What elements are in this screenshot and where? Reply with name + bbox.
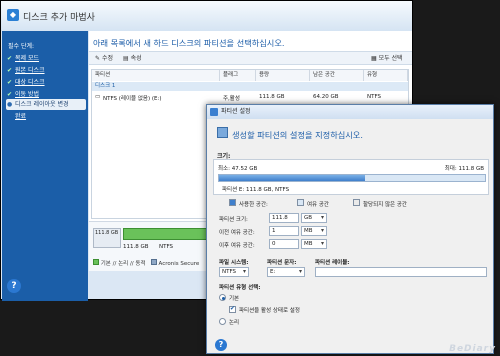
size-slider-panel: 최소: 47.52 GB 최대: 111.8 GB 파티션 E: 111.8 G…: [213, 159, 489, 195]
select-all-button[interactable]: ▦ 모두 선택: [371, 54, 403, 64]
checkmark-icon: ✔: [230, 305, 236, 312]
cell-free: 64.20 GB: [313, 94, 339, 100]
min-size-label: 최소: 47.52 GB: [218, 166, 258, 172]
sidebar-item-target-disk[interactable]: ✔ 대상 디스크: [6, 77, 86, 88]
legend-swatch-acronis: [150, 259, 157, 265]
dialog-titlebar: 파티션 설정: [207, 105, 493, 119]
after-space-unit-select[interactable]: MB: [301, 239, 327, 249]
partition-size-input[interactable]: 111.8: [269, 213, 299, 223]
drive-letter-label: 파티션 문자:: [267, 260, 297, 266]
free-space-swatch: [297, 199, 304, 206]
disk-group-row[interactable]: 디스크 1: [92, 82, 408, 91]
column-header-free[interactable]: 남은 공간: [310, 70, 364, 81]
watermark: BeDiary: [449, 344, 496, 354]
partition-size-unit-select[interactable]: GB: [301, 213, 327, 223]
wizard-sidebar: 필수 단계: ✔ 복제 모드 ✔ 원본 디스크 ✔ 대상 디스크 ✔ 이동 방법 ● 디스…: [2, 31, 88, 301]
dialog-help-icon[interactable]: ?: [215, 339, 227, 351]
main-window-title: 디스크 추가 마법사: [23, 13, 95, 23]
unallocated-swatch: [353, 199, 360, 206]
after-space-label: 이후 여유 공간:: [219, 243, 255, 249]
sidebar-item-disk-layout[interactable]: ● 디스크 레이아웃 변경: [6, 99, 86, 110]
sidebar-item-clone-mode[interactable]: ✔ 복제 모드: [6, 53, 86, 64]
checkmark-icon: ✔: [7, 79, 13, 86]
legend-swatch-basic: [93, 259, 99, 265]
properties-button[interactable]: ▤ 속성: [123, 54, 142, 64]
file-system-select[interactable]: NTFS: [219, 267, 249, 277]
partition-size-label: 파티션 크기:: [219, 217, 248, 223]
sidebar-item-finish[interactable]: 완료: [6, 111, 86, 122]
column-header-capacity[interactable]: 용량: [256, 70, 310, 81]
before-space-input[interactable]: 1: [269, 226, 299, 236]
file-system-label: 파일 시스템:: [219, 260, 249, 266]
legend-acronis: Acronis Secure: [158, 261, 200, 267]
free-space-label: 여유 공간: [307, 202, 329, 208]
cell-partition: NTFS (레이블 없음) (E:): [103, 96, 162, 102]
after-space-input[interactable]: 0: [269, 239, 299, 249]
set-active-label: 파티션을 활성 상태로 설정: [239, 308, 300, 314]
logical-radio[interactable]: [219, 318, 226, 325]
column-header-partition[interactable]: 파티션: [92, 70, 220, 81]
slider-fill: [219, 175, 366, 181]
cell-capacity: 111.8 GB: [259, 94, 285, 100]
step-arrow-icon: ●: [7, 101, 13, 108]
used-space-label: 사용한 공간:: [239, 202, 268, 208]
toolbar: ✎ 수정 ▤ 속성 ▦ 모두 선택: [89, 51, 412, 65]
logical-radio-label: 논리: [229, 320, 240, 326]
partition-settings-icon: [217, 127, 228, 138]
partition-caption: 파티션 E: 111.8 GB, NTFS: [222, 187, 290, 193]
primary-radio-label: 기본: [229, 296, 240, 302]
drive-letter-select[interactable]: E:: [267, 267, 305, 277]
partition-settings-dialog: 파티션 설정 생성할 파티션의 설정을 지정하십시오. 크기: 최소: 47.5…: [206, 104, 494, 354]
legend-basic: 기본 // 논리 // 동적: [100, 261, 146, 267]
max-size-label: 최대: 111.8 GB: [444, 166, 484, 172]
set-active-checkbox[interactable]: ✔: [229, 305, 236, 313]
cell-type: NTFS: [367, 94, 382, 100]
used-space-swatch: [229, 199, 236, 206]
edit-button[interactable]: ✎ 수정: [95, 54, 113, 64]
cell-flag: 주,활성: [223, 96, 240, 102]
dialog-title: 파티션 설정: [221, 108, 251, 115]
dialog-heading: 생성할 파티션의 설정을 지정하십시오.: [232, 130, 363, 140]
volume-label-input[interactable]: [315, 267, 487, 277]
disk-map-size: 111.8 GB: [123, 244, 149, 250]
checkmark-icon: ✔: [7, 55, 13, 62]
dialog-app-icon: [210, 108, 218, 116]
partition-type-label: 파티션 유형 선택:: [219, 285, 261, 291]
before-space-unit-select[interactable]: MB: [301, 226, 327, 236]
main-titlebar: ◆ 디스크 추가 마법사: [1, 1, 412, 31]
partition-icon: ▭: [95, 94, 101, 100]
size-slider[interactable]: [218, 174, 486, 182]
unallocated-label: 할당되지 않은 공간: [363, 202, 407, 208]
checkmark-icon: ✔: [7, 67, 13, 74]
help-icon[interactable]: ?: [7, 279, 21, 293]
primary-radio[interactable]: [219, 294, 226, 301]
hard-disk-icon: 111.8 GB: [93, 228, 121, 248]
volume-label-label: 파티션 레이블:: [315, 260, 350, 266]
page-heading: 아래 목록에서 새 하드 디스크의 파티션을 선택하십시오.: [93, 38, 285, 48]
column-header-flag[interactable]: 플래그: [220, 70, 256, 81]
sidebar-item-source-disk[interactable]: ✔ 원본 디스크: [6, 65, 86, 76]
table-row[interactable]: ▭ NTFS (레이블 없음) (E:) 주,활성 111.8 GB 64.20…: [92, 92, 408, 102]
column-header-type[interactable]: 유형: [364, 70, 408, 81]
disk-map-fs: NTFS: [159, 244, 174, 250]
before-space-label: 이전 여유 공간:: [219, 230, 255, 236]
app-logo-icon: ◆: [7, 9, 19, 21]
sidebar-header: 필수 단계:: [8, 43, 35, 50]
